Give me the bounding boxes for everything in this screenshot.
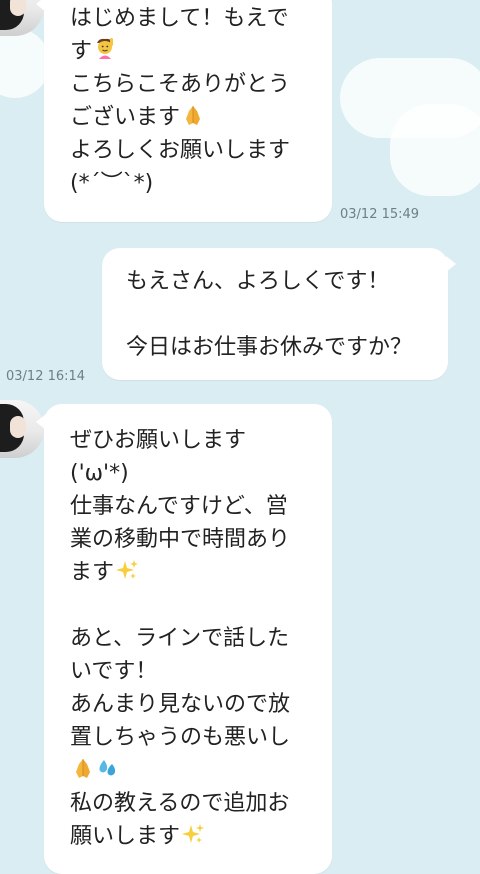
avatar-face — [10, 416, 26, 438]
message-line: よろしくお願いします — [70, 138, 291, 163]
message-bubble[interactable]: ぜひお願いします ('ω'*) 仕事なんですけど、営 業の移動中で時間あり ます… — [36, 404, 332, 874]
message-line-text: 願いします — [70, 824, 181, 849]
message-line: ('ω'*) — [70, 461, 129, 486]
message-line: 業の移動中で時間あり — [70, 527, 291, 552]
message-bubble[interactable]: はじめまして！もえで す こちらこそありがとう ございます よろしくお願いします… — [36, 0, 332, 222]
message-line: 私の教えるので追加お — [70, 791, 290, 816]
message-line: ぜひお願いします — [70, 428, 247, 453]
message-line — [70, 754, 316, 787]
message-line: もえさん、よろしくです！ — [126, 269, 390, 294]
avatar-face — [10, 0, 26, 16]
message-line: (*´︶`*) — [70, 171, 154, 196]
folded-hands-icon — [71, 756, 95, 780]
message-timestamp: 03/12 15:49 — [340, 207, 420, 222]
sparkles-icon — [181, 822, 205, 846]
message-bubble[interactable]: もえさん、よろしくです！ 今日はお仕事お休みですか？ — [102, 248, 456, 380]
raising-hand-woman-icon — [93, 37, 117, 61]
folded-hands-icon — [181, 103, 205, 127]
sweat-droplets-icon — [96, 756, 120, 780]
message-line: 置しちゃうのも悪いし — [70, 725, 291, 750]
message-line: 仕事なんですけど、営 — [70, 494, 288, 519]
message-line: す — [70, 35, 316, 68]
message-line: 願いします — [70, 820, 316, 853]
message-line-text: ございます — [70, 105, 181, 130]
message-line: あと、ラインで話した — [70, 626, 290, 651]
background-cloud — [390, 104, 480, 196]
message-line-text: ます — [70, 560, 115, 585]
sparkles-icon — [115, 558, 139, 582]
message-timestamp: 03/12 16:14 — [6, 369, 86, 384]
message-line: ございます — [70, 101, 316, 134]
message-line-text: す — [70, 39, 93, 64]
message-line: こちらこそありがとう — [70, 72, 291, 97]
message-line: はじめまして！もえで — [70, 6, 289, 31]
background-cloud — [0, 28, 50, 98]
message-line: いです！ — [70, 659, 158, 684]
message-line: あんまり見ないので放 — [70, 692, 291, 717]
message-line: 今日はお仕事お休みですか？ — [126, 335, 413, 360]
message-line: ます — [70, 556, 316, 589]
